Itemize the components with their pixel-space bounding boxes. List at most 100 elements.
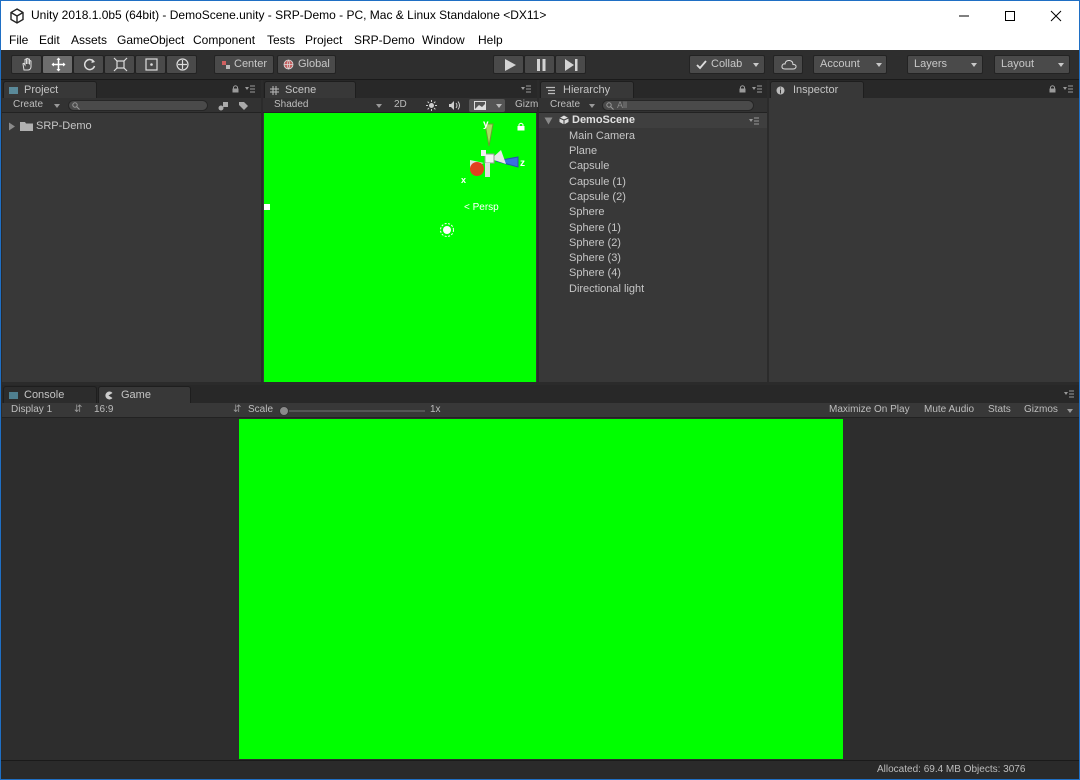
list-item[interactable]: Capsule <box>569 160 609 172</box>
effects-dropdown[interactable] <box>469 99 505 112</box>
cloud-button[interactable] <box>773 55 803 74</box>
project-search-input[interactable] <box>68 100 208 111</box>
close-button[interactable] <box>1033 1 1079 31</box>
project-folder-srp-demo[interactable]: SRP-Demo <box>6 120 206 134</box>
2d-mode-toggle[interactable]: 2D <box>394 99 407 110</box>
scale-slider[interactable] <box>283 410 425 412</box>
menu-project[interactable]: Project <box>305 33 342 47</box>
stats-toggle[interactable]: Stats <box>988 404 1011 415</box>
lock-icon[interactable] <box>739 85 746 93</box>
expand-arrow-icon[interactable] <box>8 122 16 131</box>
scene-root-row[interactable]: DemoScene <box>539 113 767 128</box>
tab-console[interactable]: Console <box>3 386 97 403</box>
filter-by-label-icon[interactable] <box>238 101 249 111</box>
play-icon <box>505 59 516 71</box>
mute-audio-toggle[interactable]: Mute Audio <box>924 404 974 415</box>
panel-menu-icon[interactable] <box>752 85 762 93</box>
chevron-down-icon <box>876 63 882 67</box>
minimize-button[interactable] <box>941 1 987 31</box>
menu-tests[interactable]: Tests <box>267 33 295 47</box>
list-item[interactable]: Capsule (1) <box>569 176 626 188</box>
panel-menu-icon[interactable] <box>1063 85 1073 93</box>
play-button[interactable] <box>493 55 524 74</box>
rotate-tool-button[interactable] <box>73 55 104 74</box>
step-button[interactable] <box>555 55 586 74</box>
tab-inspector[interactable]: Inspector <box>770 81 864 98</box>
list-item[interactable]: Plane <box>569 145 597 157</box>
chevron-down-icon <box>1058 63 1064 67</box>
search-icon <box>606 102 614 110</box>
hierarchy-search-input[interactable]: All <box>602 100 754 111</box>
directional-light-gizmo-icon[interactable] <box>437 220 457 240</box>
layout-dropdown[interactable]: Layout <box>994 55 1070 74</box>
menu-srp-demo[interactable]: SRP-Demo <box>354 33 415 47</box>
tab-hierarchy[interactable]: Hierarchy <box>540 81 634 98</box>
pivot-center-toggle[interactable]: Center <box>214 55 274 74</box>
aspect-dropdown[interactable]: 16:9 <box>94 404 113 415</box>
transform-tool-button[interactable] <box>166 55 197 74</box>
panel-menu-icon[interactable] <box>521 85 531 93</box>
scene-menu-icon[interactable] <box>749 117 759 125</box>
maximize-button[interactable] <box>987 1 1033 31</box>
list-item[interactable]: Main Camera <box>569 130 635 142</box>
menu-help[interactable]: Help <box>478 33 503 47</box>
lighting-toggle-icon[interactable] <box>426 100 437 111</box>
scene-viewport[interactable]: y z x < Persp <box>264 113 536 382</box>
perspective-toggle[interactable]: < Persp <box>464 202 499 213</box>
inspector-panel: Inspector <box>769 80 1079 382</box>
gizmos-dropdown[interactable]: Gizm <box>515 99 538 110</box>
move-tool-button[interactable] <box>42 55 73 74</box>
display-dropdown[interactable]: Display 1 <box>11 404 52 415</box>
menu-component[interactable]: Component <box>193 33 255 47</box>
chevron-down-icon <box>1067 409 1073 413</box>
game-viewport[interactable] <box>239 419 843 759</box>
gizmos-dropdown[interactable]: Gizmos <box>1024 404 1058 415</box>
menu-window[interactable]: Window <box>422 33 465 47</box>
menu-gameobject[interactable]: GameObject <box>117 33 184 47</box>
account-dropdown[interactable]: Account <box>813 55 887 74</box>
list-item[interactable]: Sphere (3) <box>569 252 621 264</box>
scale-tool-button[interactable] <box>104 55 135 74</box>
menu-assets[interactable]: Assets <box>71 33 107 47</box>
maximize-on-play-toggle[interactable]: Maximize On Play <box>829 404 910 415</box>
viewport-edge-handle-icon <box>264 204 270 210</box>
list-item[interactable]: Sphere (4) <box>569 267 621 279</box>
gizmo-axis-x-label: x <box>461 175 467 185</box>
panel-menu-icon[interactable] <box>245 85 255 93</box>
list-item[interactable]: Sphere <box>569 206 604 218</box>
scale-slider-thumb[interactable] <box>279 406 289 416</box>
menu-file[interactable]: File <box>9 33 28 47</box>
lock-icon[interactable] <box>1049 85 1056 93</box>
hand-tool-button[interactable] <box>11 55 42 74</box>
game-panel: Console Game Display 1 ⇵ 16:9 ⇵ Scale 1x… <box>2 385 1079 760</box>
list-item[interactable]: Sphere (1) <box>569 222 621 234</box>
game-toolbar: Display 1 ⇵ 16:9 ⇵ Scale 1x Maximize On … <box>2 403 1079 418</box>
tab-project[interactable]: Project <box>3 81 97 98</box>
shading-mode-dropdown[interactable]: Shaded <box>274 99 308 110</box>
filter-by-type-icon[interactable] <box>218 101 229 111</box>
tab-scene[interactable]: Scene <box>264 81 356 98</box>
hierarchy-create-dropdown[interactable]: Create <box>550 99 580 110</box>
list-item[interactable]: Sphere (2) <box>569 237 621 249</box>
rect-tool-button[interactable] <box>135 55 166 74</box>
rotate-icon <box>83 58 96 71</box>
project-create-dropdown[interactable]: Create <box>13 99 43 110</box>
panel-menu-icon[interactable] <box>1064 390 1074 398</box>
lock-icon[interactable] <box>232 85 239 93</box>
gizmo-lock-icon[interactable] <box>517 122 525 131</box>
layers-dropdown[interactable]: Layers <box>907 55 983 74</box>
collapse-arrow-icon[interactable] <box>544 117 553 125</box>
audio-toggle-icon[interactable] <box>448 100 461 111</box>
tab-game[interactable]: Game <box>98 386 191 403</box>
pivot-global-toggle[interactable]: Global <box>277 55 336 74</box>
move-icon <box>51 57 66 72</box>
folder-label: SRP-Demo <box>36 120 92 132</box>
layers-label: Layers <box>914 58 948 70</box>
tab-project-label: Project <box>24 84 59 96</box>
list-item[interactable]: Directional light <box>569 283 644 295</box>
menu-edit[interactable]: Edit <box>39 33 60 47</box>
collab-dropdown[interactable]: Collab <box>689 55 765 74</box>
pause-button[interactable] <box>524 55 555 74</box>
list-item[interactable]: Capsule (2) <box>569 191 626 203</box>
checkmark-icon <box>696 60 707 70</box>
